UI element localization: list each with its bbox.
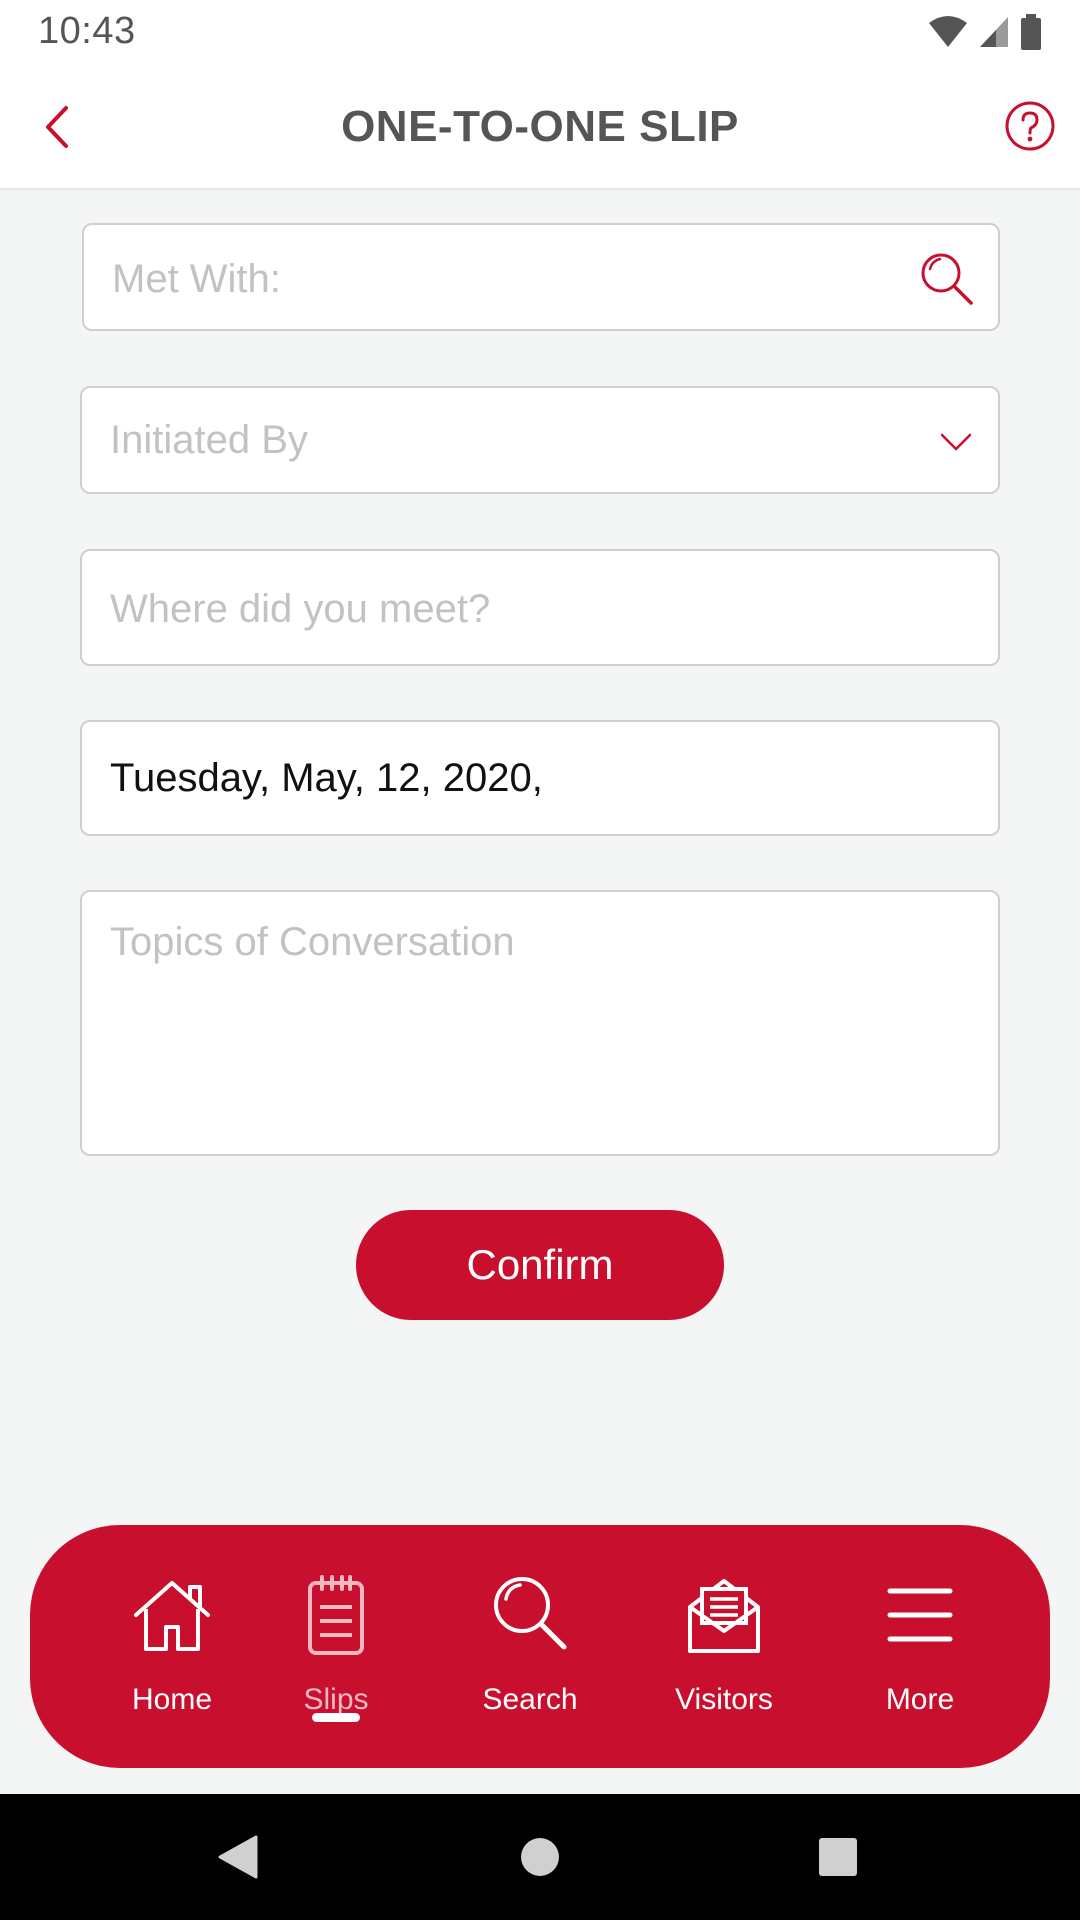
- initiated-by-select[interactable]: Initiated By: [80, 386, 1000, 494]
- system-nav-bar: [0, 1794, 1080, 1920]
- nav-label-more: More: [885, 1683, 955, 1716]
- date-value: Tuesday, May, 12, 2020,: [110, 756, 543, 800]
- active-tab-indicator: [312, 1713, 360, 1722]
- confirm-button[interactable]: Confirm: [356, 1210, 724, 1320]
- system-recents-button[interactable]: [805, 1824, 871, 1890]
- page-title: ONE-TO-ONE SLIP: [341, 102, 739, 151]
- recents-square-icon: [819, 1838, 857, 1876]
- met-with-input[interactable]: [112, 253, 892, 305]
- nav-label-slips: Slips: [303, 1683, 369, 1716]
- topics-textarea[interactable]: [110, 920, 970, 1130]
- topics-field[interactable]: [80, 890, 1000, 1156]
- initiated-by-placeholder: Initiated By: [110, 418, 308, 462]
- system-back-button[interactable]: [205, 1824, 271, 1890]
- home-icon: [134, 1581, 210, 1651]
- menu-icon: [887, 1588, 953, 1642]
- help-circle-icon: [1005, 101, 1055, 151]
- met-with-search-button[interactable]: [916, 249, 976, 309]
- nav-item-more[interactable]: More: [830, 1525, 1010, 1768]
- search-icon: [494, 1577, 567, 1650]
- where-met-input[interactable]: [110, 583, 970, 635]
- nav-label-home: Home: [131, 1683, 213, 1716]
- date-field[interactable]: Tuesday, May, 12, 2020,: [80, 720, 1000, 836]
- nav-item-search[interactable]: Search: [440, 1525, 620, 1768]
- nav-label-search: Search: [482, 1683, 578, 1716]
- bottom-nav: Home Slips Search Visitors More: [30, 1525, 1050, 1768]
- cell-signal-icon: [980, 17, 1008, 47]
- system-home-button[interactable]: [507, 1824, 573, 1890]
- home-circle-icon: [521, 1838, 559, 1876]
- help-button[interactable]: [1002, 98, 1058, 154]
- nav-label-visitors: Visitors: [675, 1683, 773, 1716]
- status-time: 10:43: [38, 10, 136, 52]
- battery-icon: [1021, 14, 1041, 50]
- met-with-field[interactable]: [82, 223, 1000, 331]
- search-icon: [921, 253, 973, 305]
- status-icons: [928, 14, 1042, 50]
- where-met-field[interactable]: [80, 549, 1000, 666]
- nav-item-slips[interactable]: Slips: [246, 1525, 426, 1768]
- app-bar: ONE-TO-ONE SLIP: [0, 64, 1080, 190]
- back-triangle-icon: [218, 1835, 258, 1879]
- nav-item-visitors[interactable]: Visitors: [634, 1525, 814, 1768]
- nav-item-home[interactable]: Home: [82, 1525, 262, 1768]
- wifi-icon: [929, 16, 967, 47]
- clipboard-icon: [308, 1575, 364, 1655]
- chevron-down-icon: [940, 433, 972, 451]
- mail-open-icon: [688, 1579, 760, 1653]
- status-bar: 10:43: [0, 0, 1080, 64]
